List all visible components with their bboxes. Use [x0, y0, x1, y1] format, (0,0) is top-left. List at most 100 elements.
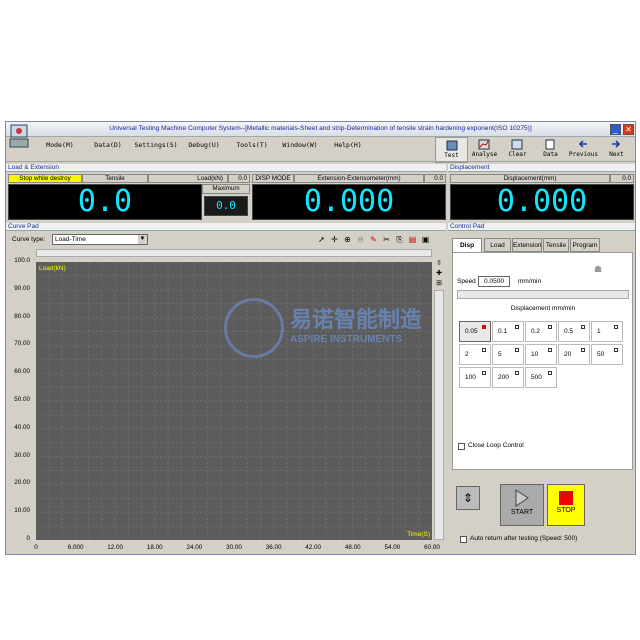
speed-button[interactable]: 0.2 — [525, 321, 557, 342]
speed-button[interactable]: 100 — [459, 367, 491, 388]
x-tick-label: 60.00 — [424, 544, 440, 551]
close-loop-checkbox[interactable] — [458, 443, 465, 450]
y-tick-label: 10.00 — [14, 507, 30, 515]
menu-debug[interactable]: Debug(U) — [180, 139, 228, 151]
speed-slider[interactable] — [457, 290, 629, 299]
speed-button[interactable]: 0.5 — [558, 321, 590, 342]
side-scroll-controls[interactable]: ⇳ ✚ ⊞ — [434, 259, 444, 289]
speed-button[interactable]: 2 — [459, 344, 491, 365]
extension-label: Extension-Extensometer(mm) — [294, 174, 424, 183]
x-tick-label: 24.00 — [186, 544, 203, 551]
title-bar: Universal Testing Machine Computer Syste… — [6, 122, 635, 137]
speed-marker-icon — [515, 325, 519, 329]
speed-marker-icon — [482, 348, 486, 352]
zoom-in-icon[interactable]: ⊕ — [342, 234, 353, 245]
speed-input[interactable]: 0.0500 — [478, 276, 510, 287]
speed-button[interactable]: 20 — [558, 344, 590, 365]
speed-button[interactable]: 500 — [525, 367, 557, 388]
curve-type-label: Curve type: — [12, 236, 46, 243]
image-icon[interactable]: ▣ — [420, 234, 431, 245]
tab-extension[interactable]: Extension — [512, 238, 542, 252]
close-button[interactable]: ✕ — [623, 124, 634, 135]
y-tick-label: 30.00 — [14, 451, 30, 459]
speed-value: 0.05 — [465, 328, 478, 335]
pointer-icon[interactable]: ➚ — [316, 234, 327, 245]
menu-data[interactable]: Data(D) — [84, 139, 132, 151]
previous-button[interactable]: Previous — [567, 137, 600, 163]
pencil-icon[interactable]: ✎ — [368, 234, 379, 245]
speed-marker-icon — [515, 371, 519, 375]
x-tick-label: 36.00 — [265, 544, 282, 551]
speed-button[interactable]: 10 — [525, 344, 557, 365]
stop-label: STOP — [556, 507, 576, 514]
tab-disp[interactable]: Disp — [452, 238, 482, 253]
scissors-icon[interactable]: ✂ — [381, 234, 392, 245]
start-button[interactable]: START — [500, 484, 544, 526]
tab-load[interactable]: Load — [484, 238, 511, 252]
speed-button[interactable]: 0.1 — [492, 321, 524, 342]
speed-button[interactable]: 0.05 — [459, 321, 491, 342]
y-tick-label: 70.00 — [14, 340, 30, 348]
test-button[interactable]: Test — [435, 137, 468, 163]
extension-small-value: 0.0 — [424, 174, 446, 183]
clear-button[interactable]: Clear — [501, 137, 534, 163]
toolbar: Test Analyse Clear Data Previous Next — [435, 137, 633, 163]
stop-button[interactable]: STOP — [547, 484, 585, 526]
next-button[interactable]: Next — [600, 137, 633, 163]
load-display: 0.0 — [8, 184, 202, 220]
close-loop-label: Close Loop Control — [468, 442, 524, 449]
menu-window[interactable]: Window(W) — [276, 139, 324, 151]
zoom-out-icon[interactable]: ⊖ — [355, 234, 366, 245]
clear-icon — [511, 139, 523, 150]
curve-type-select[interactable]: Load-Time ▼ — [52, 234, 148, 245]
tab-program[interactable]: Program — [570, 238, 600, 252]
watermark-logo — [224, 298, 284, 358]
jog-arrows[interactable]: ⇕ — [456, 486, 480, 510]
crosshair-icon[interactable]: ✛ — [329, 234, 340, 245]
right-scrollbar[interactable] — [434, 290, 444, 540]
auto-return-label: Auto return after testing (Speed: 500) — [470, 535, 578, 542]
chevron-down-icon[interactable]: ▼ — [138, 235, 147, 244]
load-unit-label: Load(kN) — [148, 174, 228, 183]
x-tick-label: 48.00 — [344, 544, 361, 551]
x-tick-label: 12.00 — [107, 544, 124, 551]
analyse-icon — [478, 139, 490, 150]
menu-mode[interactable]: Mode(M) — [36, 139, 84, 151]
tensile-label: Tensile — [82, 174, 148, 183]
speed-marker-icon — [614, 325, 618, 329]
x-tick-label: 18.00 — [146, 544, 163, 551]
data-button[interactable]: Data — [534, 137, 567, 163]
speed-value: 500 — [531, 374, 542, 381]
tab-tensile[interactable]: Tensile — [543, 238, 569, 252]
x-tick-label: 6.000 — [67, 544, 84, 551]
auto-return-checkbox[interactable] — [460, 536, 467, 543]
speed-button[interactable]: 200 — [492, 367, 524, 388]
y-axis-title: Load(kN) — [39, 265, 66, 272]
control-pad-header: Control Pad — [448, 223, 635, 231]
toolbar-separator — [6, 161, 635, 162]
copy-icon[interactable]: ⎘ — [394, 234, 405, 245]
speed-marker-icon — [482, 371, 486, 375]
top-scrollbar[interactable] — [36, 249, 432, 257]
displacement-display: 0.000 — [450, 184, 634, 220]
speed-value: 5 — [498, 351, 502, 358]
chart-icon[interactable]: ▤ — [407, 234, 418, 245]
menu-help[interactable]: Help(H) — [324, 139, 372, 151]
y-tick-label: 50.00 — [14, 396, 30, 403]
menu-tools[interactable]: Tools(T) — [228, 139, 276, 151]
speed-value: 20 — [564, 351, 572, 358]
analyse-button[interactable]: Analyse — [468, 137, 501, 163]
plot-area[interactable]: Load(kN) Time(S) 易诺智能制造 ASPIRE INSTRUMEN… — [36, 262, 432, 540]
speed-button[interactable]: 5 — [492, 344, 524, 365]
curve-pad-header: Curve Pad — [6, 223, 446, 231]
speed-button[interactable]: 50 — [591, 344, 623, 365]
speed-button[interactable]: 1 — [591, 321, 623, 342]
speed-marker-icon — [581, 325, 585, 329]
menu-settings[interactable]: Settings(S) — [132, 139, 180, 151]
stop-while-destroy-label[interactable]: Stop while destroy — [8, 174, 82, 183]
watermark-subtext: ASPIRE INSTRUMENTS — [290, 334, 403, 345]
main-window: Universal Testing Machine Computer Syste… — [5, 121, 636, 555]
speed-marker-icon — [515, 348, 519, 352]
maximum-display: 0.0 — [204, 196, 248, 216]
minimize-button[interactable]: _ — [610, 124, 621, 135]
